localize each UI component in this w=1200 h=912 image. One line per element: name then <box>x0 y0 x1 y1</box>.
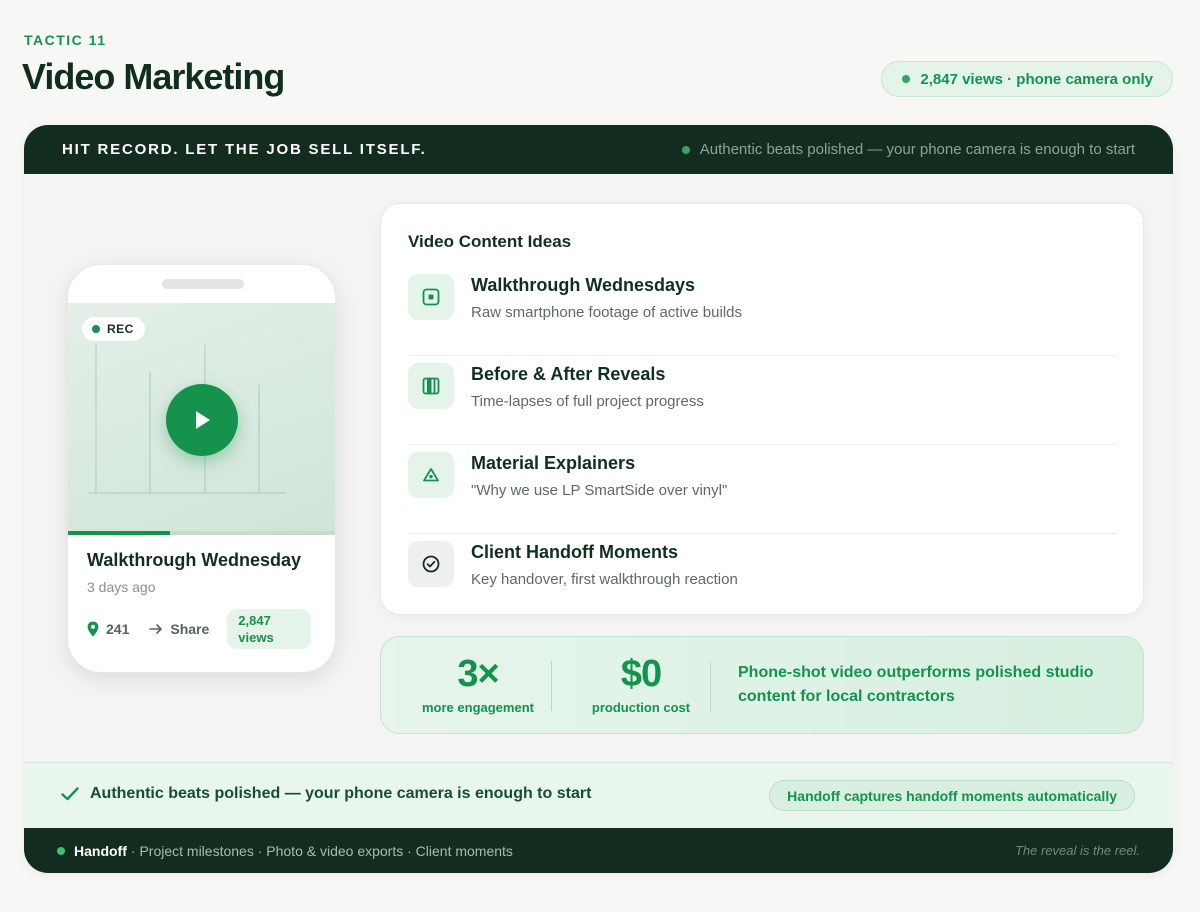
idea-title: Client Handoff Moments <box>471 542 678 562</box>
idea-description: "Why we use LP SmartSide over vinyl" <box>471 482 728 499</box>
quote-text-label: Authentic beats polished — your phone ca… <box>90 785 592 802</box>
idea-item[interactable]: Client Handoff Moments Key handover, fir… <box>408 534 1117 623</box>
idea-text: Before & After Reveals Time-lapses of fu… <box>471 363 704 410</box>
card-tagline: Authentic beats polished — your phone ca… <box>681 141 1135 158</box>
idea-icon-tile <box>408 363 454 409</box>
stats-panel: 3× more engagement $0 production cost Ph… <box>380 636 1144 734</box>
stat-divider <box>710 661 711 711</box>
split-compare-icon <box>422 377 440 395</box>
views-chip: 2,847 views <box>227 609 312 649</box>
tactic-card: HIT RECORD. LET THE JOB SELL ITSELF. Aut… <box>24 125 1173 873</box>
arrow-right-icon <box>149 624 163 634</box>
stat-cost-value: $0 <box>620 653 662 695</box>
video-title: Walkthrough Wednesday <box>87 550 302 570</box>
share-label: Share <box>170 621 210 637</box>
likes-button[interactable]: 241 <box>87 621 129 637</box>
idea-description: Key handover, first walkthrough reaction <box>471 571 738 588</box>
tagline-dot <box>681 145 690 154</box>
footer-dot <box>57 846 65 855</box>
phone-mockup: REC Walkthrough Wednesday 3 days ago 241… <box>67 264 336 673</box>
video-actions: 241 Share 2,847 views <box>87 609 317 649</box>
stats-note: Phone-shot video outperforms polished st… <box>738 664 1094 705</box>
idea-item[interactable]: Walkthrough Wednesdays Raw smartphone fo… <box>408 267 1117 356</box>
video-progress-bar[interactable] <box>68 531 335 535</box>
idea-list: Walkthrough Wednesdays Raw smartphone fo… <box>408 267 1117 623</box>
idea-description: Time-lapses of full project progress <box>471 393 704 410</box>
quote-text: Authentic beats polished — your phone ca… <box>61 785 591 803</box>
rec-badge: REC <box>82 317 145 341</box>
quote-band: Authentic beats polished — your phone ca… <box>24 762 1173 828</box>
page-title: Video Marketing <box>22 56 285 97</box>
idea-title: Material Explainers <box>471 453 636 473</box>
play-icon <box>196 411 210 429</box>
stat-engagement-label: more engagement <box>422 700 534 715</box>
video-info: Walkthrough Wednesday 3 days ago 241 Sha… <box>87 550 317 649</box>
stat-cost: $0 production cost <box>571 637 711 735</box>
stat-engagement: 3× more engagement <box>405 637 551 735</box>
share-button[interactable]: Share <box>149 621 209 637</box>
idea-item[interactable]: Before & After Reveals Time-lapses of fu… <box>408 356 1117 445</box>
handoff-pill[interactable]: Handoff captures handoff moments automat… <box>769 780 1135 811</box>
phone-notch <box>162 279 244 289</box>
card-header: HIT RECORD. LET THE JOB SELL ITSELF. Aut… <box>24 125 1173 174</box>
idea-icon-tile <box>408 452 454 498</box>
idea-text: Walkthrough Wednesdays Raw smartphone fo… <box>471 274 742 321</box>
footer-brand: Handoff <box>74 842 127 859</box>
idea-title: Before & After Reveals <box>471 364 666 384</box>
map-pin-icon <box>87 621 99 637</box>
video-preview[interactable]: REC <box>68 303 335 535</box>
triangle-icon <box>423 468 439 482</box>
idea-title: Walkthrough Wednesdays <box>471 275 696 295</box>
stat-engagement-value: 3× <box>457 653 499 695</box>
video-progress-fill <box>68 531 171 535</box>
play-button[interactable] <box>166 384 238 456</box>
video-ideas-panel: Video Content Ideas Walkthrough Wednesda… <box>380 203 1144 615</box>
idea-icon-tile <box>408 541 454 587</box>
views-pill: 2,847 views · phone camera only <box>881 61 1173 97</box>
idea-text: Material Explainers "Why we use LP Smart… <box>471 452 727 499</box>
card-tagline-text: Authentic beats polished — your phone ca… <box>699 141 1135 158</box>
video-age: 3 days ago <box>87 579 156 595</box>
footer-bar: Handoff · Project milestones · Photo & v… <box>24 828 1173 873</box>
rec-label: REC <box>107 322 134 336</box>
checkmark-icon <box>61 787 79 801</box>
idea-text: Client Handoff Moments Key handover, fir… <box>471 541 738 588</box>
footer-items: · Project milestones · Photo & video exp… <box>130 842 513 859</box>
record-icon <box>422 288 440 306</box>
tactic-eyebrow: TACTIC 11 <box>24 32 107 48</box>
status-dot <box>902 75 911 83</box>
ideas-panel-title: Video Content Ideas <box>408 232 572 251</box>
views-pill-text: 2,847 views · phone camera only <box>920 70 1153 88</box>
rec-dot <box>92 325 100 333</box>
idea-item[interactable]: Material Explainers "Why we use LP Smart… <box>408 445 1117 534</box>
stat-divider <box>551 661 552 711</box>
idea-icon-tile <box>408 274 454 320</box>
likes-count: 241 <box>106 621 130 637</box>
stat-cost-label: production cost <box>591 700 691 715</box>
card-slogan: HIT RECORD. LET THE JOB SELL ITSELF. <box>62 141 427 158</box>
check-circle-icon <box>422 555 440 573</box>
idea-description: Raw smartphone footage of active builds <box>471 304 742 321</box>
footer-motto: The reveal is the reel. <box>1014 843 1140 858</box>
